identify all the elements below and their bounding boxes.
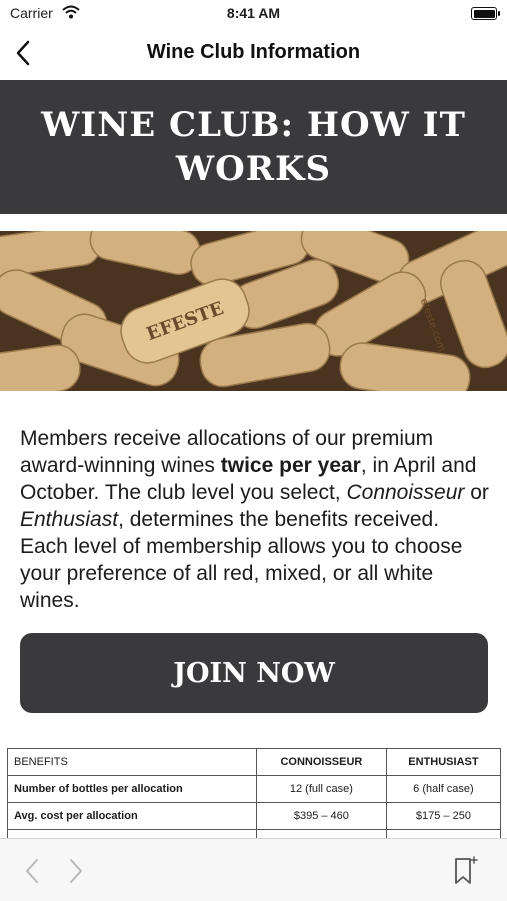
wine-corks-image: EFESTE efeste.com — [0, 231, 507, 391]
header-benefits: BENEFITS — [7, 748, 257, 776]
page-title: Wine Club Information — [146, 41, 361, 63]
back-page-button[interactable] — [22, 857, 42, 890]
status-time: 8:41 AM — [226, 5, 281, 21]
intro-text-3: or — [464, 481, 489, 504]
intro-paragraph: Members receive allocations of our premi… — [20, 425, 490, 614]
table-header-row: BENEFITS CONNOISSEUR ENTHUSIAST — [7, 748, 502, 776]
hero-title: WINE CLUB: HOW IT WORKS — [41, 105, 466, 189]
bottom-toolbar — [0, 838, 507, 901]
header-enthusiast: ENTHUSIAST — [385, 748, 502, 776]
table-row: Avg. cost per allocation $395 – 460 $175… — [7, 802, 502, 830]
connoisseur-value: $395 – 460 — [255, 802, 387, 830]
add-bookmark-button[interactable] — [450, 855, 480, 892]
row-label: Avg. cost per allocation — [7, 802, 257, 830]
row-label: Number of bottles per allocation — [7, 775, 257, 803]
level-enthusiast: Enthusiast — [20, 508, 119, 531]
connoisseur-value: 12 (full case) — [255, 775, 387, 803]
intro-frequency: twice per year — [220, 454, 361, 477]
table-row: Number of bottles per allocation 12 (ful… — [7, 775, 502, 803]
join-now-button[interactable]: JOIN NOW — [20, 633, 488, 713]
header-connoisseur: CONNOISSEUR — [255, 748, 387, 776]
forward-page-button[interactable] — [66, 857, 86, 890]
prev-arrow-icon — [26, 859, 38, 883]
next-arrow-icon — [70, 859, 82, 883]
status-bar: Carrier 8:41 AM — [0, 0, 507, 28]
bookmark-add-icon — [455, 856, 478, 884]
enthusiast-value: $175 – 250 — [385, 802, 502, 830]
enthusiast-value: 6 (half case) — [385, 775, 502, 803]
hero-banner: WINE CLUB: HOW IT WORKS — [0, 80, 507, 214]
navigation-bar: Wine Club Information — [0, 28, 507, 78]
battery-icon — [471, 7, 500, 20]
level-connoisseur: Connoisseur — [346, 481, 465, 504]
